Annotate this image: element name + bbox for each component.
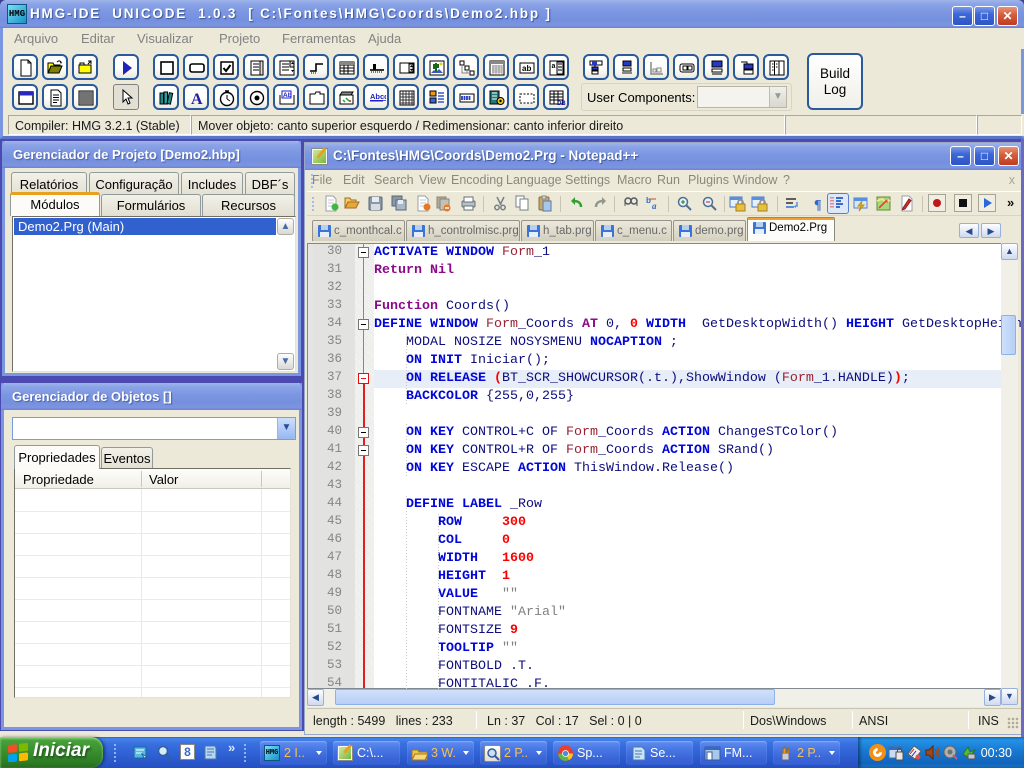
svg-text:a: a bbox=[552, 63, 556, 70]
svg-text:b: b bbox=[646, 196, 651, 205]
svg-text:Abcd: Abcd bbox=[370, 92, 386, 101]
svg-text:DB: DB bbox=[557, 101, 566, 107]
svg-text:a: a bbox=[652, 201, 657, 211]
svg-text:¶: ¶ bbox=[814, 198, 822, 212]
svg-text:Ab: Ab bbox=[283, 92, 292, 99]
svg-text:A: A bbox=[191, 91, 203, 107]
svg-text:ab: ab bbox=[522, 64, 531, 73]
